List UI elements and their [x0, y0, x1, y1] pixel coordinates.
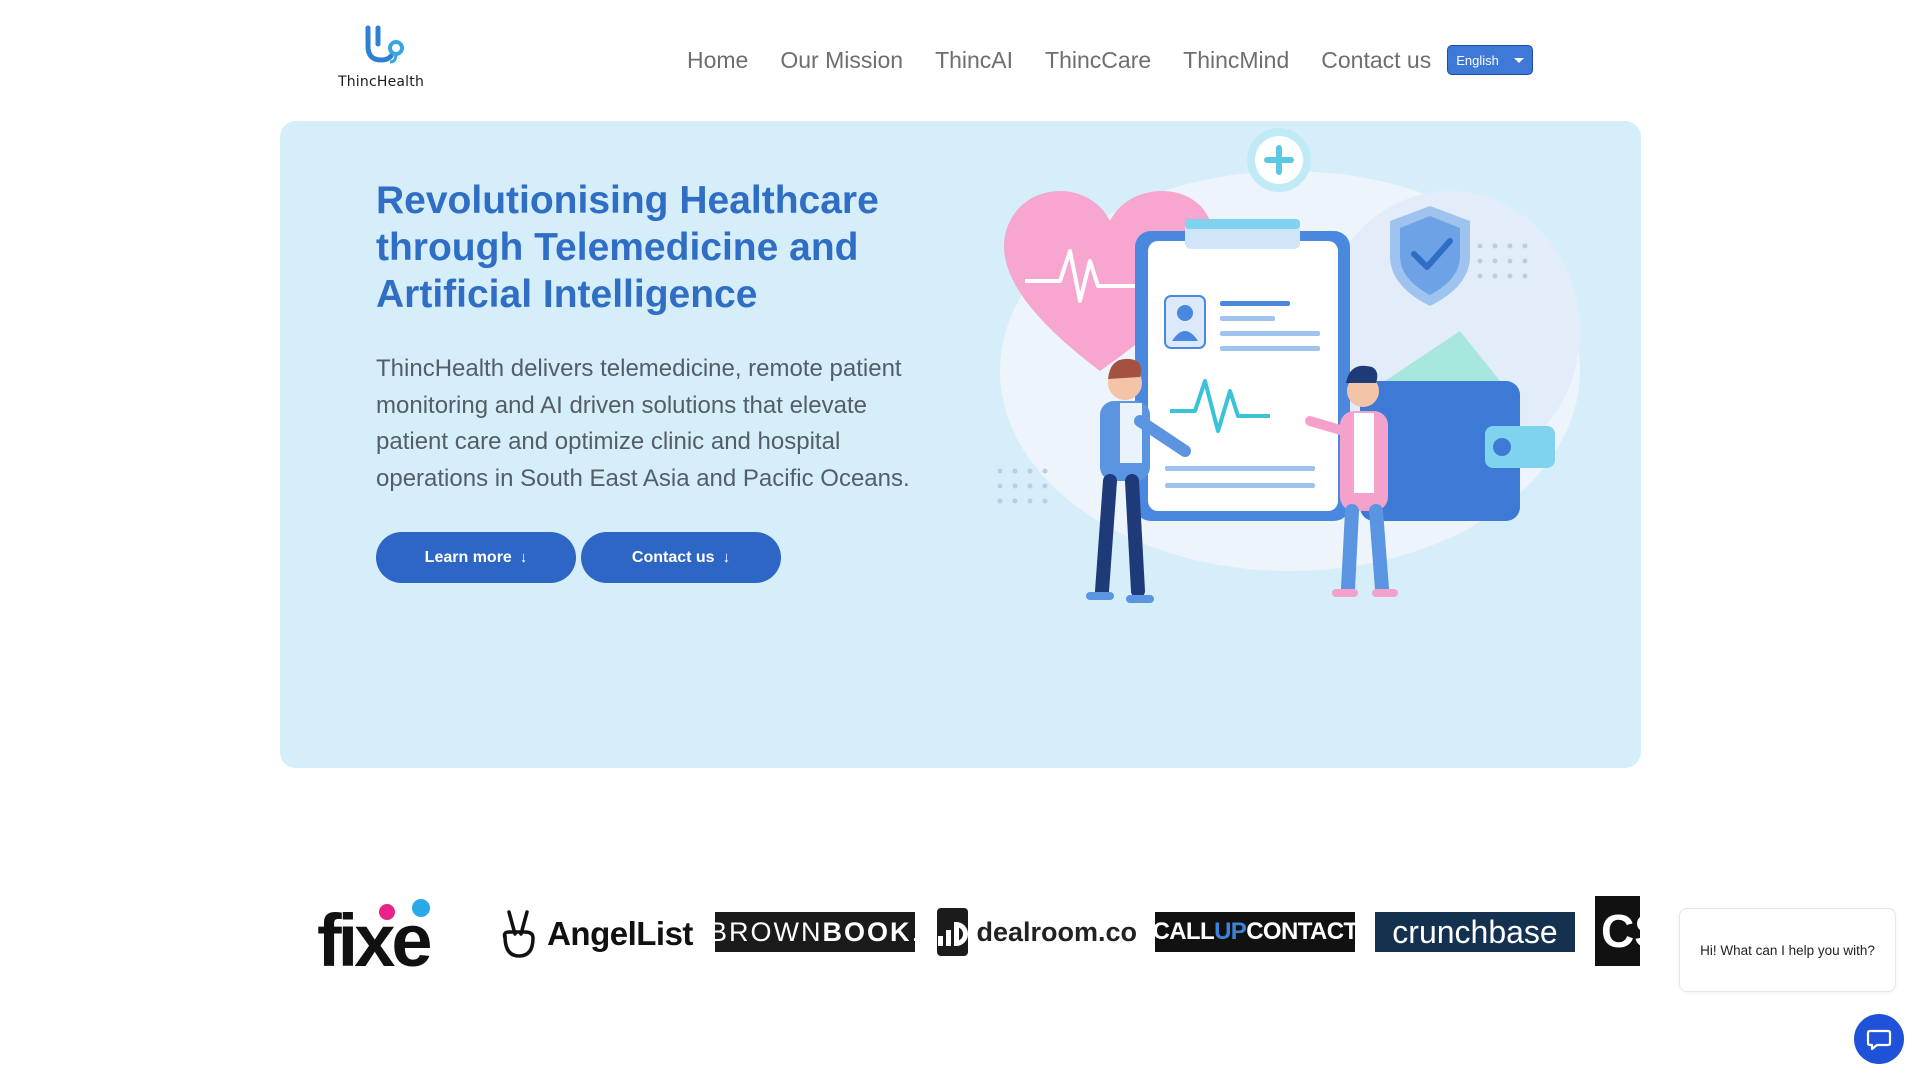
fixe-logo: fixe [315, 894, 455, 974]
chat-greeting-text: Hi! What can I help you with? [1700, 942, 1875, 958]
learn-more-button[interactable]: Learn more ↓ [376, 532, 576, 583]
crunchbase-logo: crunchbase [1375, 912, 1575, 952]
contact-us-label: Contact us [631, 548, 715, 566]
logo-text: ThincHealth [337, 74, 425, 90]
hero-title: Revolutionising Healthcare through Telem… [376, 179, 879, 316]
chat-launcher-button[interactable] [1854, 1014, 1904, 1064]
dealroom-text: dealroom.co [976, 916, 1137, 947]
callupcontact-logo: CALL UP CONTACT [1152, 912, 1358, 952]
telemedicine-illustration [997, 128, 1580, 603]
chevron-down-icon [1514, 57, 1525, 63]
fixe-logo-mark: fixe [317, 899, 434, 974]
language-value: English [1456, 52, 1499, 68]
dealroom-logo: dealroom.co [937, 908, 1137, 956]
peace-hand-icon [502, 910, 535, 958]
fixe-logo-text: fixe [317, 899, 430, 974]
page: ThincHealth Home Our Mission ThincAI Thi… [0, 0, 1920, 1080]
brownbook-text-b: BOOK [822, 916, 912, 947]
nav-thincai[interactable]: ThincAI [935, 47, 1013, 74]
nav-contact-us[interactable]: Contact us [1321, 47, 1431, 74]
arrow-down-icon: ↓ [722, 549, 731, 566]
main-nav: Home Our Mission ThincAI ThincCare Thinc… [687, 42, 1534, 78]
nav-thincmind[interactable]: ThincMind [1183, 47, 1289, 74]
nav-home[interactable]: Home [687, 47, 748, 74]
hero-description: ThincHealth delivers telemedicine, remot… [376, 355, 910, 492]
learn-more-label: Learn more [424, 548, 512, 566]
callup-text-a: CALL [1152, 918, 1215, 945]
stethoscope-logo-icon [365, 25, 404, 64]
nav-thinccare[interactable]: ThincCare [1045, 47, 1151, 74]
cs-text: CS [1601, 905, 1640, 957]
thinchealth-logo[interactable]: ThincHealth [334, 22, 428, 96]
nav-our-mission[interactable]: Our Mission [780, 47, 903, 74]
callup-text-c: CONTACT [1246, 918, 1358, 945]
language-select[interactable]: English [1447, 45, 1534, 75]
angellist-logo: AngelList [495, 908, 695, 960]
contact-us-button[interactable]: Contact us ↓ [581, 532, 781, 583]
callup-text-b: UP [1214, 918, 1247, 945]
hero-section: Revolutionising Healthcare through Telem… [280, 121, 1641, 768]
brownbook-dot: . [911, 916, 922, 947]
chat-greeting-bubble[interactable]: Hi! What can I help you with? [1679, 908, 1896, 992]
brownbook-logo: BROWN BOOK . [709, 912, 919, 952]
partner-logos: fixe AngelList BROWN BOOK . dealroom.co … [300, 888, 1640, 978]
crunchbase-text: crunchbase [1392, 913, 1558, 950]
angellist-text: AngelList [547, 915, 693, 952]
chat-icon [1866, 1029, 1892, 1051]
brownbook-text-a: BROWN [709, 916, 823, 947]
arrow-down-icon: ↓ [519, 549, 528, 566]
dealroom-mark-icon [937, 908, 969, 956]
cs-logo: CS [1595, 896, 1640, 966]
